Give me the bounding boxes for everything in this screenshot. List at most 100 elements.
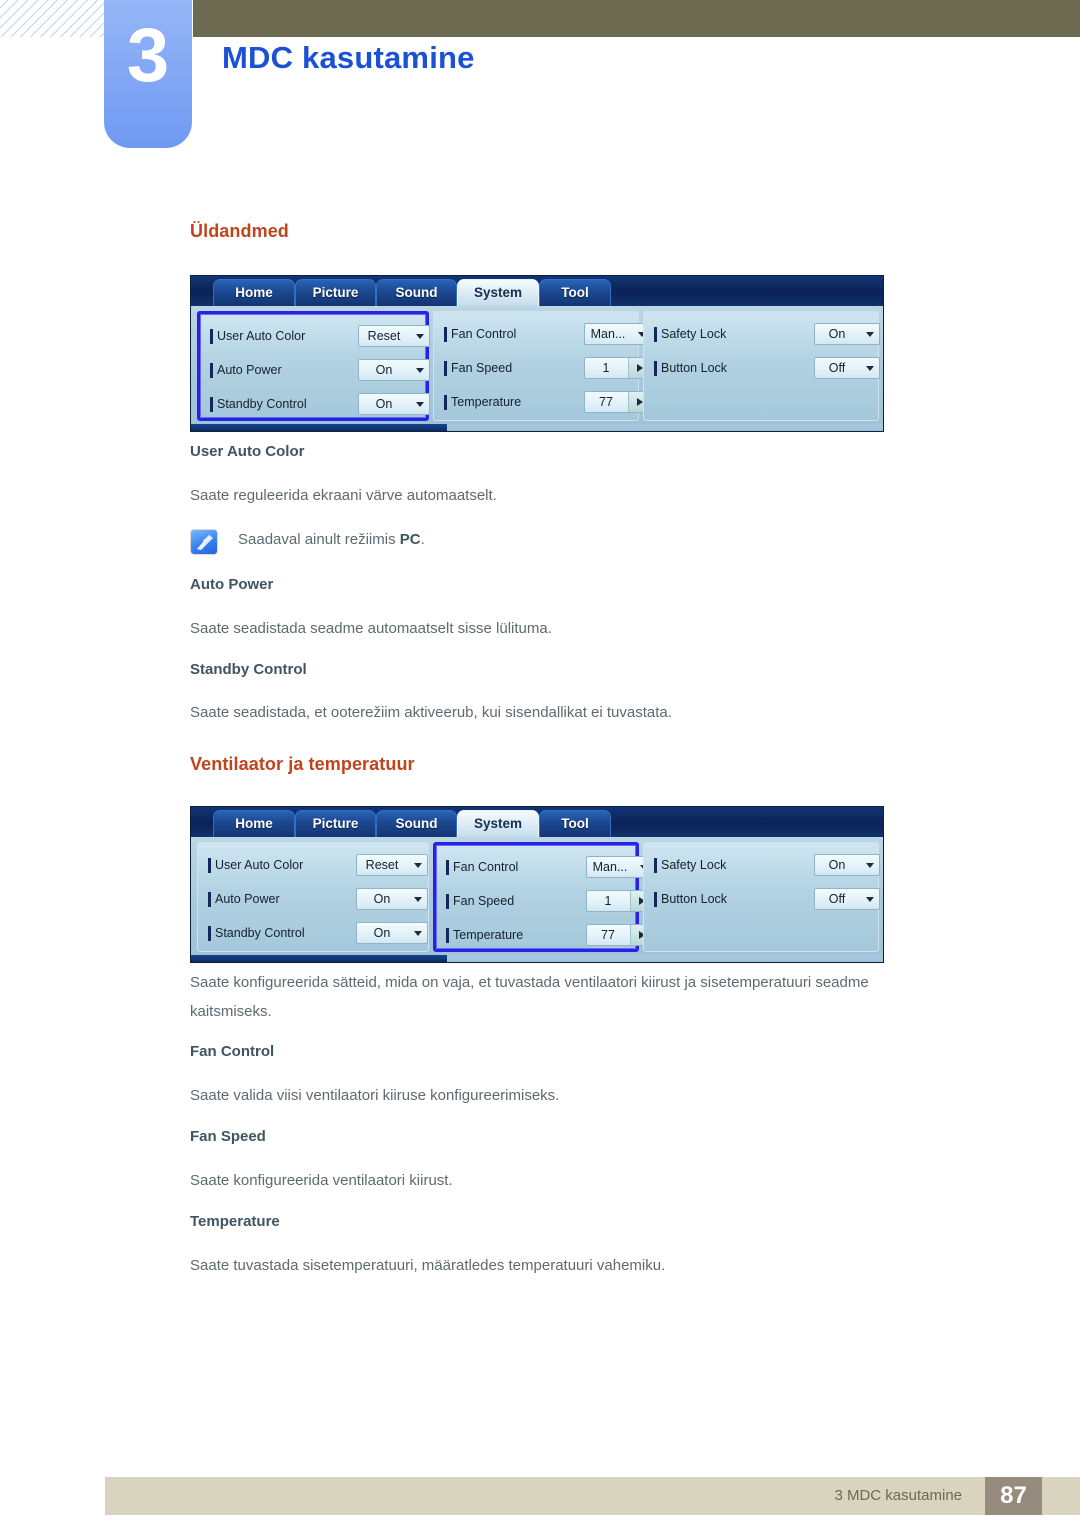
chevron-down-icon[interactable] (414, 863, 422, 868)
mdc-fan-panel-2[interactable]: Fan Control Man... Fan Speed 1 Temperature 77 (433, 842, 654, 952)
row-label: Button Lock (661, 892, 728, 906)
chevron-down-icon[interactable] (416, 402, 424, 407)
mdc-row-fan-control-2: Fan Control Man... (446, 855, 654, 881)
mdc-fan-panel-1[interactable]: Fan Control Man... Fan Speed 1 Temperature 77 (433, 311, 652, 421)
paragraph-fan-speed: Saate konfigureerida ventilaatori kiirus… (190, 1172, 453, 1189)
row-marker-icon (446, 860, 449, 875)
chapter-badge: 3 (104, 0, 192, 148)
subheading-standby-control: Standby Control (190, 661, 307, 678)
dropdown-safety-lock-1[interactable]: On (814, 323, 880, 345)
chevron-down-icon[interactable] (866, 863, 874, 868)
field-value: 77 (601, 928, 615, 942)
paragraph-fan-intro-line2: kaitsmiseks. (190, 1003, 272, 1020)
subheading-user-auto-color: User Auto Color (190, 443, 305, 460)
mdc-tab-system-2[interactable]: System (457, 810, 539, 837)
header-olive-bar (193, 0, 1080, 37)
mdc-panel-area-1: User Auto Color Reset Auto Power On Standby … (191, 306, 883, 426)
row-marker-icon (654, 858, 657, 873)
chevron-down-icon[interactable] (414, 897, 422, 902)
mdc-row-auto-power-1: Auto Power On (210, 358, 430, 384)
row-marker-icon (654, 327, 657, 342)
mdc-tab-home-2[interactable]: Home (213, 810, 295, 837)
dropdown-user-auto-color-1[interactable]: Reset (358, 325, 430, 347)
chapter-number: 3 (126, 13, 170, 98)
note-pencil-icon (190, 529, 218, 555)
paragraph-fan-intro-line1: Saate konfigureerida sätteid, mida on va… (190, 974, 869, 991)
mdc-lock-panel-2[interactable]: Safety Lock On Button Lock Off (643, 842, 880, 952)
row-marker-icon (444, 361, 447, 376)
row-label: Auto Power (215, 892, 280, 906)
row-marker-icon (654, 361, 657, 376)
dropdown-auto-power-1[interactable]: On (358, 359, 430, 381)
chevron-down-icon[interactable] (416, 334, 424, 339)
spinner-temperature-1[interactable]: 77 (584, 391, 652, 413)
mdc-row-temperature-1: Temperature 77 (444, 390, 652, 416)
row-marker-icon (446, 894, 449, 909)
page-title: MDC kasutamine (222, 40, 475, 75)
note-text-suffix: . (420, 531, 425, 548)
subheading-temperature: Temperature (190, 1213, 280, 1230)
field-value: On (375, 363, 393, 377)
note-text: Saadaval ainult režiimis PC. (238, 527, 425, 553)
field-value: Man... (590, 327, 626, 341)
mdc-tabbar-1: Home Picture Sound System Tool (191, 276, 883, 306)
mdc-tab-picture-2[interactable]: Picture (295, 810, 376, 837)
mdc-row-user-auto-color-2: User Auto Color Reset (208, 853, 428, 879)
field-value: 77 (599, 395, 613, 409)
row-label: Fan Speed (453, 894, 515, 908)
row-label: Button Lock (661, 361, 728, 375)
row-marker-icon (208, 858, 211, 873)
dropdown-standby-control-2[interactable]: On (356, 922, 428, 944)
field-value: On (828, 327, 846, 341)
field-value: On (373, 892, 391, 906)
dropdown-button-lock-1[interactable]: Off (814, 357, 880, 379)
dropdown-auto-power-2[interactable]: On (356, 888, 428, 910)
field-value: Off (828, 361, 846, 375)
mdc-tab-tool-1[interactable]: Tool (539, 279, 611, 306)
chevron-down-icon[interactable] (866, 332, 874, 337)
chevron-down-icon[interactable] (866, 897, 874, 902)
dropdown-standby-control-1[interactable]: On (358, 393, 430, 415)
mdc-tab-tool-2[interactable]: Tool (539, 810, 611, 837)
dropdown-button-lock-2[interactable]: Off (814, 888, 880, 910)
page-number: 87 (985, 1477, 1042, 1515)
mdc-row-fan-control-1: Fan Control Man... (444, 322, 652, 348)
mdc-tab-system-1[interactable]: System (457, 279, 539, 306)
mdc-general-panel-1[interactable]: User Auto Color Reset Auto Power On Standby … (197, 311, 430, 421)
row-label: Fan Control (451, 327, 517, 341)
mdc-row-fan-speed-2: Fan Speed 1 (446, 889, 654, 915)
row-label: Fan Control (453, 860, 519, 874)
dropdown-safety-lock-2[interactable]: On (814, 854, 880, 876)
subheading-auto-power: Auto Power (190, 576, 274, 593)
chevron-down-icon[interactable] (414, 931, 422, 936)
mdc-row-safety-lock-2: Safety Lock On (654, 853, 880, 879)
paragraph-user-auto-color: Saate reguleerida ekraani värve automaat… (190, 487, 497, 504)
mdc-row-button-lock-2: Button Lock Off (654, 887, 880, 913)
chevron-down-icon[interactable] (866, 366, 874, 371)
mdc-tab-picture-1[interactable]: Picture (295, 279, 376, 306)
mdc-row-auto-power-2: Auto Power On (208, 887, 428, 913)
row-marker-icon (444, 395, 447, 410)
mdc-window-general[interactable]: Home Picture Sound System Tool User Auto Col… (190, 275, 884, 432)
row-marker-icon (208, 926, 211, 941)
row-label: Auto Power (217, 363, 282, 377)
mdc-tab-home-1[interactable]: Home (213, 279, 295, 306)
subheading-fan-control: Fan Control (190, 1043, 275, 1060)
mdc-window-fan[interactable]: Home Picture Sound System Tool User Auto Col… (190, 806, 884, 963)
chevron-down-icon[interactable] (416, 368, 424, 373)
section-heading-general: Üldandmed (190, 221, 289, 241)
note-text-prefix: Saadaval ainult režiimis (238, 531, 400, 548)
mdc-lock-panel-1[interactable]: Safety Lock On Button Lock Off (643, 311, 880, 421)
spinner-fan-speed-1[interactable]: 1 (584, 357, 652, 379)
mdc-tab-sound-2[interactable]: Sound (376, 810, 457, 837)
mdc-general-panel-2[interactable]: User Auto Color Reset Auto Power On Standby … (197, 842, 429, 952)
dropdown-fan-control-1[interactable]: Man... (584, 323, 652, 345)
mdc-tab-sound-1[interactable]: Sound (376, 279, 457, 306)
row-marker-icon (210, 397, 213, 412)
dropdown-user-auto-color-2[interactable]: Reset (356, 854, 428, 876)
mdc-panel-area-2: User Auto Color Reset Auto Power On Standby … (191, 837, 883, 957)
note-text-bold: PC (399, 531, 421, 548)
paragraph-standby-control: Saate seadistada, et ooterežiim aktiveer… (190, 704, 672, 721)
mdc-row-fan-speed-1: Fan Speed 1 (444, 356, 652, 382)
mdc-statusbar-1 (191, 424, 883, 431)
